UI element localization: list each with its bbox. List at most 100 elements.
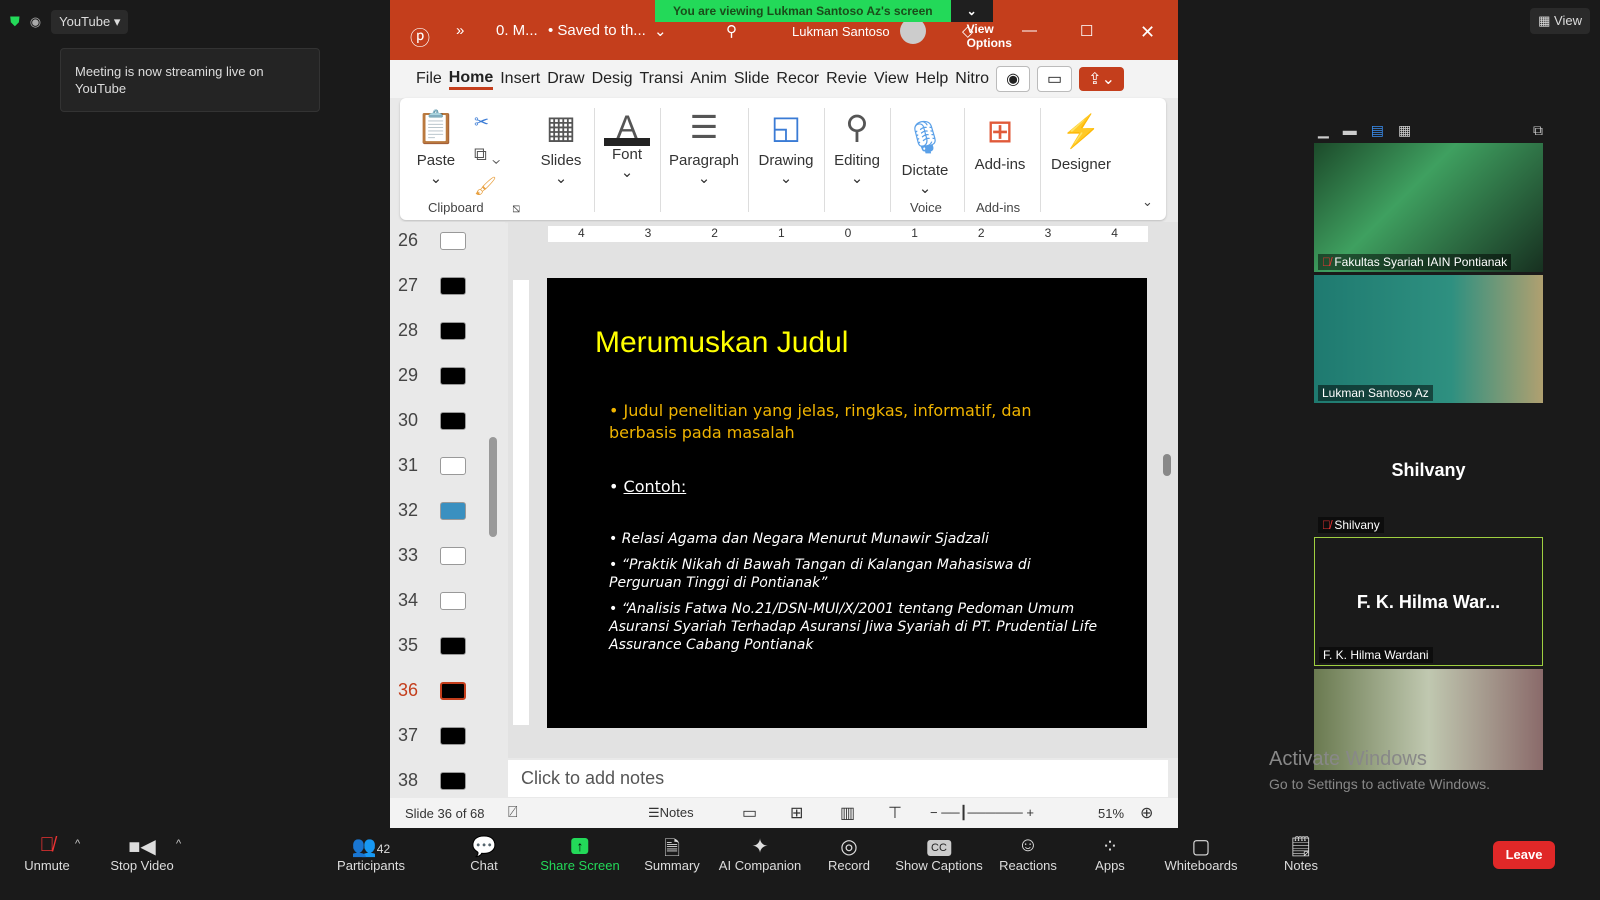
slide-scrollbar[interactable] <box>1163 454 1171 476</box>
tab-nitro[interactable]: Nitro <box>955 70 989 88</box>
stop-video-button[interactable]: ■◀ Stop Video <box>110 834 173 873</box>
video-tile[interactable]: Shilvany 🎙̸ Shilvany <box>1314 406 1543 535</box>
font-button[interactable]: A Font ⌄ <box>604 102 650 181</box>
captions-button[interactable]: CC Show Captions <box>895 834 983 873</box>
close-icon[interactable]: ✕ <box>1140 22 1155 43</box>
thumbnail[interactable]: 31 <box>398 455 467 476</box>
minimize-icon[interactable]: — <box>1022 22 1037 39</box>
reading-view-icon[interactable]: ▥ <box>840 803 855 823</box>
format-painter-icon[interactable]: 🖌 <box>474 170 500 202</box>
zoom-level[interactable]: 51% <box>1098 806 1124 821</box>
tab-draw[interactable]: Draw <box>547 70 584 88</box>
reactions-button[interactable]: ☺ Reactions <box>999 834 1057 873</box>
tab-transitions[interactable]: Transi <box>640 70 684 88</box>
copy-icon[interactable]: ⧉ ⌄ <box>474 138 500 170</box>
speaker-view-icon[interactable]: ▬ <box>1343 122 1357 139</box>
record-button[interactable]: ◉ <box>996 66 1031 92</box>
slides-button[interactable]: ▦ Slides ⌄ <box>540 102 582 187</box>
leave-button[interactable]: Leave <box>1493 841 1555 869</box>
editing-button[interactable]: ⚲ Editing ⌄ <box>832 102 882 187</box>
streaming-dropdown[interactable]: YouTube ▾ <box>51 10 129 34</box>
view-options-button[interactable]: View Options ⌄ <box>950 0 1012 50</box>
apps-button[interactable]: ⁘ Apps <box>1095 834 1125 873</box>
normal-view-icon[interactable]: ▭ <box>742 803 757 823</box>
addins-button[interactable]: ⊞ Add-ins <box>972 106 1028 173</box>
dialog-launcher-icon[interactable]: ⧅ <box>512 200 520 216</box>
fit-slide-icon[interactable]: ⊕ <box>1140 803 1153 823</box>
thumbnail[interactable]: 32 <box>398 500 467 521</box>
thumbnail[interactable]: 33 <box>398 545 467 566</box>
live-stream-icon[interactable]: ◉ <box>30 14 41 30</box>
thumbnail[interactable]: 34 <box>398 590 467 611</box>
user-name[interactable]: Lukman Santoso <box>792 24 890 39</box>
tab-animations[interactable]: Anim <box>690 70 726 88</box>
collapse-ribbon-icon[interactable]: ⌄ <box>1142 194 1153 210</box>
tab-help[interactable]: Help <box>915 70 948 88</box>
search-icon[interactable]: ⚲ <box>726 22 737 40</box>
shield-icon[interactable]: ⛊ <box>10 14 20 30</box>
tab-review[interactable]: Revie <box>826 70 867 88</box>
notes-input[interactable]: Click to add notes <box>508 760 1168 797</box>
share-button[interactable]: ⇪⌄ <box>1079 67 1124 91</box>
thumbnail[interactable]: 30 <box>398 410 467 431</box>
tab-slideshow[interactable]: Slide <box>734 70 770 88</box>
example-text: Relasi Agama dan Negara Menurut Munawir … <box>621 531 989 547</box>
doc-title[interactable]: 0. M... <box>496 22 538 39</box>
record-button[interactable]: ◎ Record <box>828 834 870 873</box>
thumbnail[interactable]: 35 <box>398 635 467 656</box>
tab-insert[interactable]: Insert <box>500 70 540 88</box>
minimize-icon[interactable]: ▁ <box>1318 122 1329 139</box>
drawing-button[interactable]: ◱ Drawing ⌄ <box>756 102 816 187</box>
whiteboards-button[interactable]: ▢ Whiteboards <box>1165 834 1238 873</box>
thumbnail[interactable]: 29 <box>398 365 467 386</box>
font-label: Font <box>611 146 642 163</box>
cut-icon[interactable]: ✂ <box>474 106 500 138</box>
thumbnail-scrollbar[interactable] <box>489 437 497 537</box>
gallery-view-icon[interactable]: ▦ <box>1398 122 1411 139</box>
ai-companion-button[interactable]: ✦ AI Companion <box>719 834 801 873</box>
summary-button[interactable]: 🗎 Summary <box>644 834 700 873</box>
chat-button[interactable]: 💬 Chat <box>470 834 497 873</box>
zoom-slider[interactable]: − ──┃────── + <box>930 805 1034 821</box>
chevron-down-icon[interactable]: ⌄ <box>654 22 667 40</box>
strip-view-icon[interactable]: ▤ <box>1371 122 1384 139</box>
tab-view[interactable]: View <box>874 70 908 88</box>
video-tile[interactable]: 🎙̸ Fakultas Syariah IAIN Pontianak <box>1314 143 1543 272</box>
video-tile-active-speaker[interactable]: F. K. Hilma War... F. K. Hilma Wardani <box>1314 537 1543 666</box>
popout-icon[interactable]: ⧉ <box>1533 122 1543 139</box>
thumbnail[interactable]: 28 <box>398 320 467 341</box>
thumbnail[interactable]: 37 <box>398 725 467 746</box>
maximize-icon[interactable]: ☐ <box>1080 22 1093 40</box>
audio-options-caret[interactable]: ^ <box>75 838 80 850</box>
designer-button[interactable]: ⚡ Designer <box>1050 106 1112 173</box>
unmute-button[interactable]: 🎙̸ Unmute <box>24 834 70 873</box>
slide-sorter-icon[interactable]: ⊞ <box>790 803 803 823</box>
slide-number: 37 <box>398 725 419 745</box>
video-options-caret[interactable]: ^ <box>176 838 181 850</box>
tab-home[interactable]: Home <box>448 69 494 90</box>
tab-file[interactable]: File <box>416 70 442 88</box>
notes-button[interactable]: 🗒 Notes <box>1284 834 1318 873</box>
tab-design[interactable]: Desig <box>592 70 633 88</box>
participant-name: Lukman Santoso Az <box>1318 385 1433 401</box>
notes-button[interactable]: ☰ Notes <box>648 805 694 821</box>
slide-canvas[interactable]: Merumuskan Judul • Judul penelitian yang… <box>547 278 1147 728</box>
thumbnail-current[interactable]: 36 <box>398 680 467 701</box>
thumbnail[interactable]: 26 <box>398 230 467 251</box>
tab-record[interactable]: Recor <box>776 70 819 88</box>
share-screen-button[interactable]: ↑ Share Screen <box>540 834 620 873</box>
dictate-button[interactable]: 🎙 Dictate ⌄ <box>900 112 950 197</box>
video-tile[interactable]: Lukman Santoso Az <box>1314 275 1543 403</box>
accessibility-icon[interactable]: ⍁ <box>508 804 518 822</box>
more-icon[interactable]: » <box>456 22 464 39</box>
thumbnail[interactable]: 38 <box>398 770 467 791</box>
saved-status[interactable]: • Saved to th... <box>548 22 646 39</box>
slideshow-icon[interactable]: ⊤ <box>888 803 902 823</box>
streaming-app: YouTube <box>59 14 111 29</box>
view-button[interactable]: ▦ View <box>1530 8 1590 34</box>
paragraph-button[interactable]: ☰ Paragraph ⌄ <box>668 102 740 187</box>
participants-button[interactable]: 👥42 Participants <box>337 834 405 873</box>
paste-button[interactable]: 📋 Paste ⌄ <box>416 102 456 187</box>
comments-button[interactable]: ▭ <box>1037 66 1073 92</box>
thumbnail[interactable]: 27 <box>398 275 467 296</box>
